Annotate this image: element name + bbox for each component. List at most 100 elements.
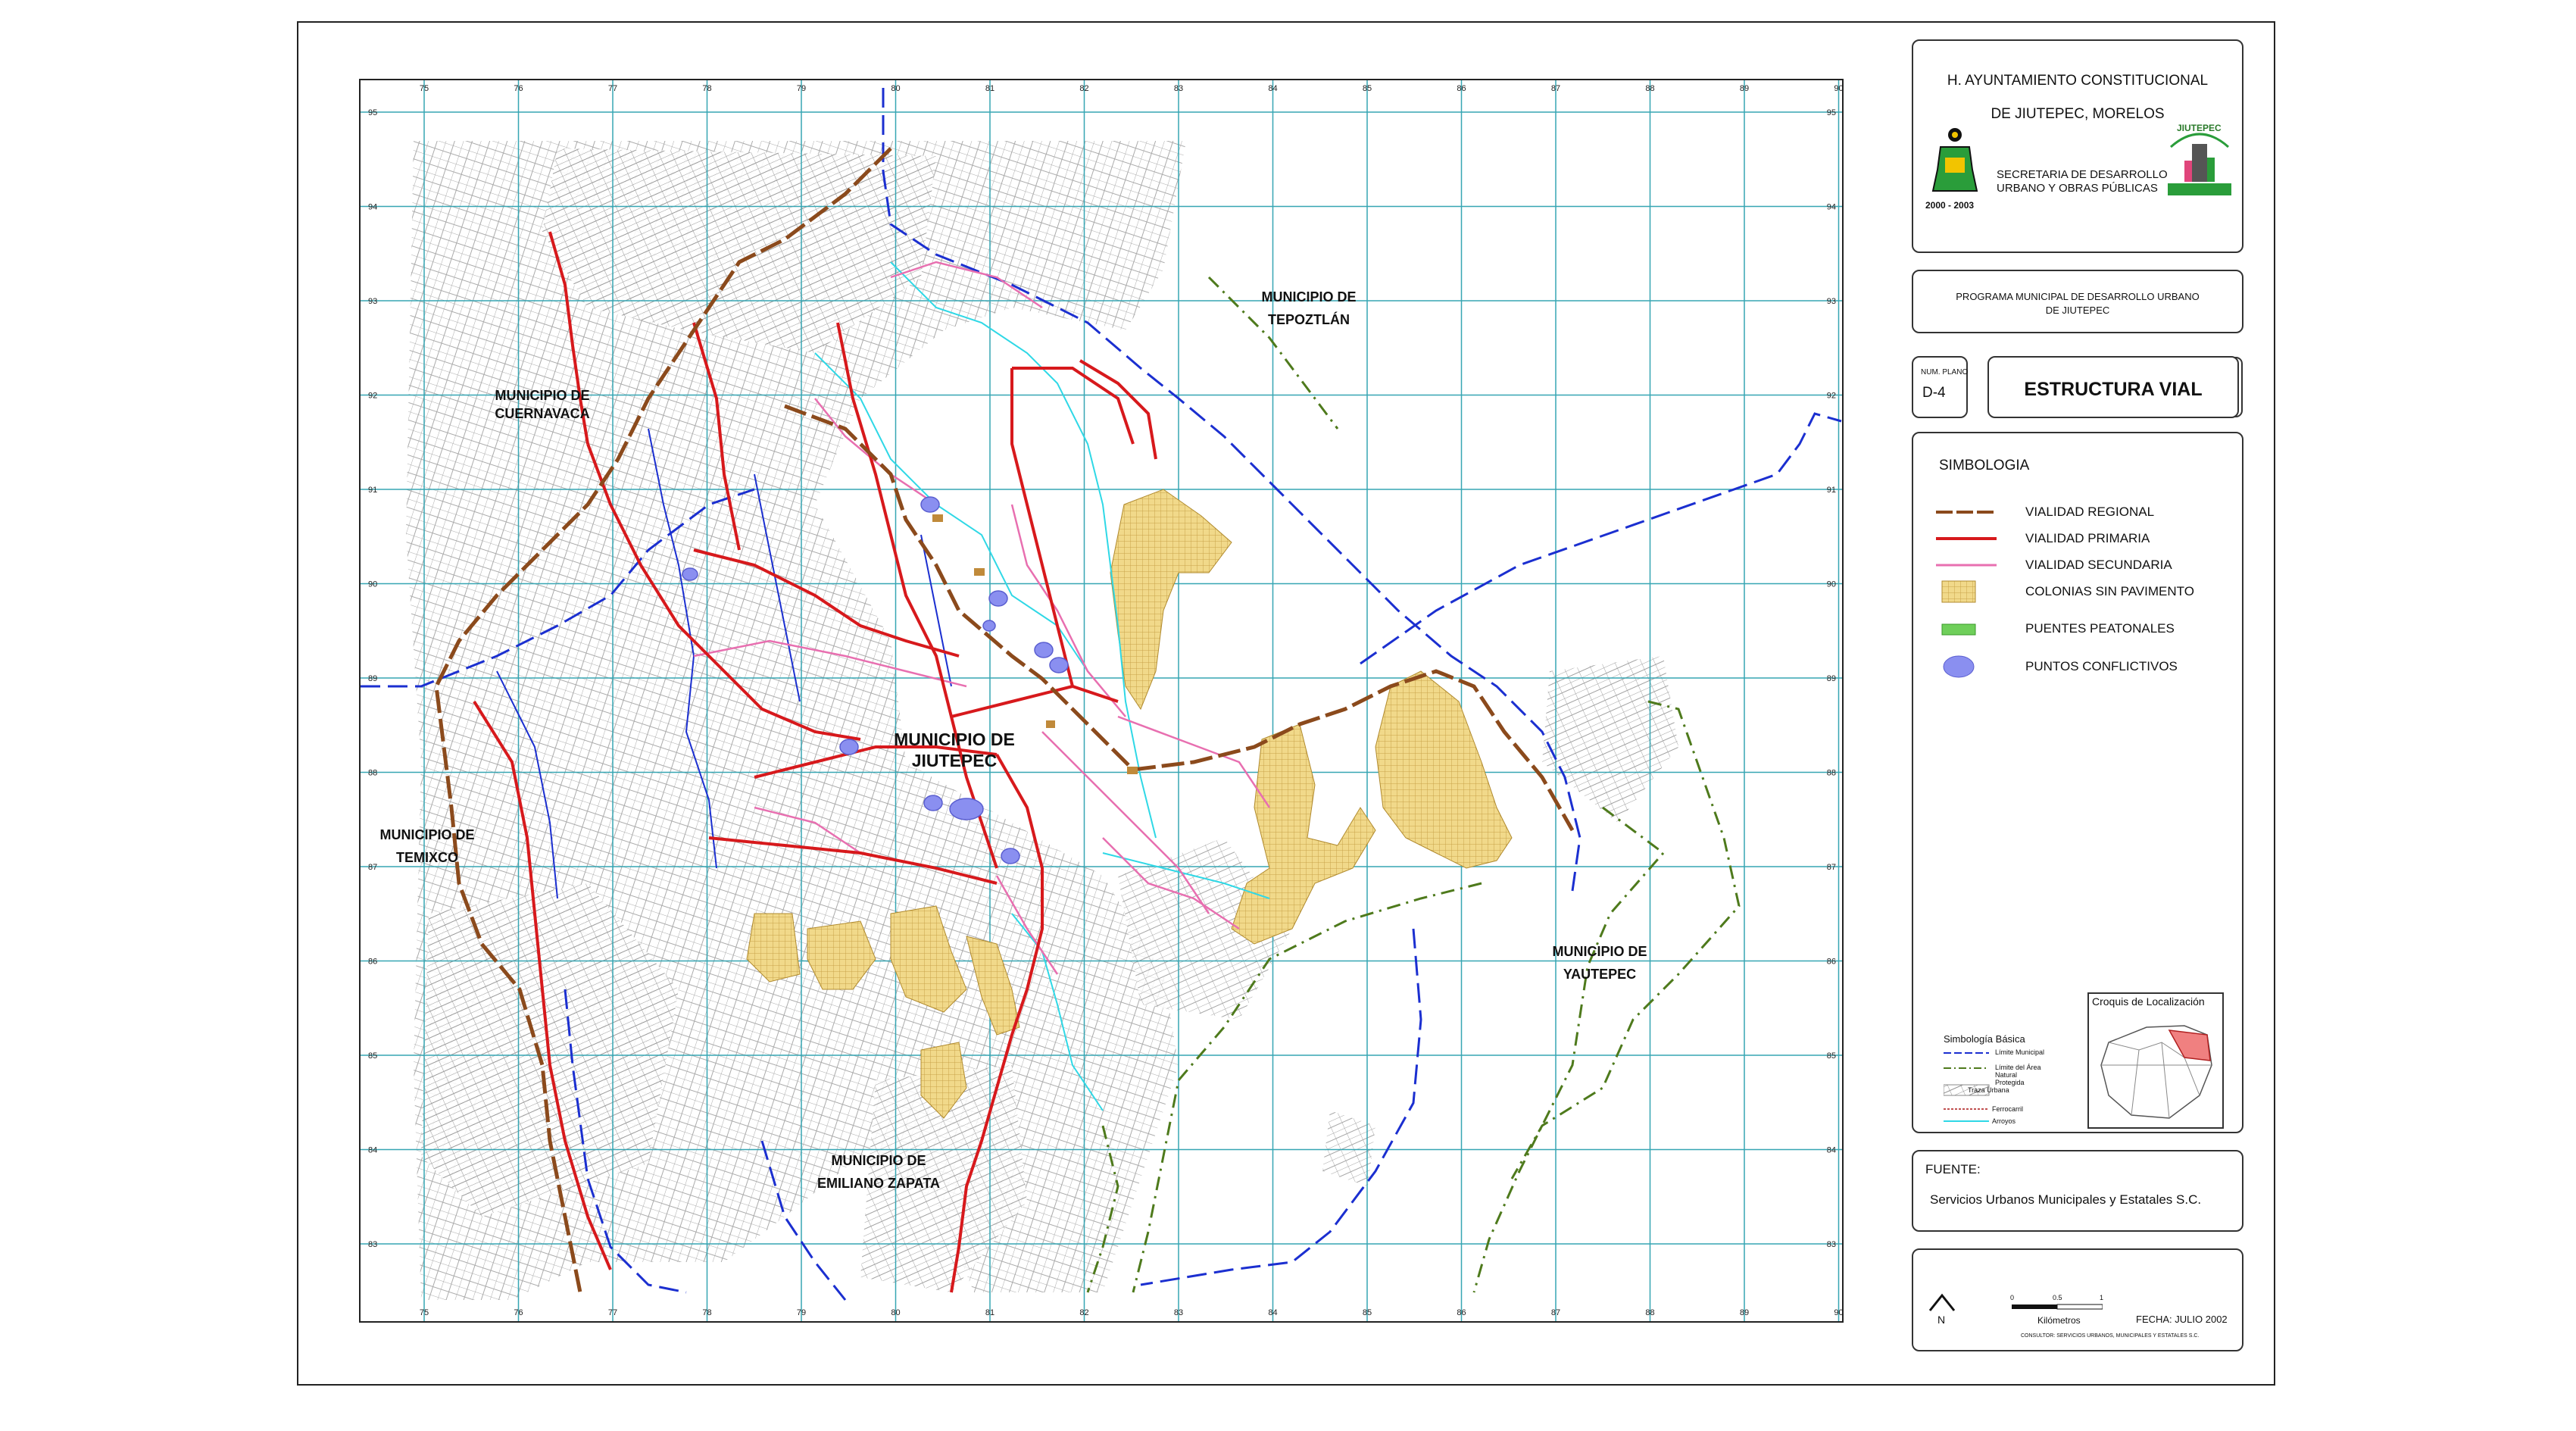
north-arrow-icon [1928,1293,1956,1311]
program-line1: PROGRAMA MUNICIPAL DE DESARROLLO URBANO [1956,291,2200,302]
header-box: H. AYUNTAMIENTO CONSTITUCIONAL DE JIUTEP… [1912,39,2243,253]
scale-tick-2: 1 [2100,1294,2104,1301]
croquis-map [2100,1025,2212,1119]
program-box: PROGRAMA MUNICIPAL DE DESARROLLO URBANO … [1912,270,2243,333]
grid-label-x: 78 [702,1308,711,1317]
grid-label-x: 87 [1551,84,1560,93]
basic-legend-item-2: Traza Urbana [1968,1086,2009,1094]
basic-legend-item-0: Límite Municipal [1995,1048,2045,1056]
grid-label-y: 95 [1827,108,1836,117]
legend-box: SIMBOLOGIA VIALIDAD REGIONAL VIALIDAD PR… [1912,432,2243,1133]
shield-logo-icon [1931,128,1978,192]
grid-label-x: 88 [1645,1308,1654,1317]
scale-tick-0: 0 [2010,1294,2015,1301]
legend-item-secundaria: VIALIDAD SECUNDARIA [1936,558,2172,572]
consultor: CONSULTOR: SERVICIOS URBANOS, MUNICIPALE… [2021,1333,2200,1339]
grid-label-y: 90 [1827,580,1836,589]
basic-legend-item-4: Arroyos [1992,1117,2016,1125]
grid-label-y: 92 [368,392,377,401]
grid-label-y: 84 [368,1146,377,1155]
plano-title-box: ESTRUCTURA VIAL [1987,356,2239,418]
grid-label-x: 84 [1268,1308,1277,1317]
grid-label-x: 88 [1645,84,1654,93]
grid-label-x: 75 [420,1308,429,1317]
plano-number-box: NUM. PLANO D-4 [1912,356,1968,418]
basic-legend-title: Simbología Básica [1944,1033,2025,1045]
grid-label-x: 85 [1363,84,1372,93]
legend-item-colonias: COLONIAS SIN PAVIMENTO [1936,578,2194,605]
basic-legend-item-3: Ferrocarril [1992,1105,2024,1113]
grid-label-x: 77 [608,1308,617,1317]
grid-label-x: 80 [891,84,900,93]
label-tepoztlan: MUNICIPIO DE TEPOZTLÁN [1261,289,1356,327]
basic-legend-item-1: Límite del Área Natural Protegida [1995,1064,2041,1086]
grid-label-y: 83 [1827,1240,1836,1249]
legend-item-conflictivos: PUNTOS CONFLICTIVOS [1936,653,2178,680]
urban-fabric [406,141,1678,1300]
grid-label-x: 83 [1174,1308,1183,1317]
croquis-box: Croquis de Localización [2087,992,2224,1129]
grid-label-x: 77 [608,84,617,93]
grid-label-x: 79 [797,1308,806,1317]
grid-label-x: 81 [985,84,994,93]
legend-item-primaria: VIALIDAD PRIMARIA [1936,531,2150,545]
plano-num-label: NUM. PLANO [1921,368,1969,376]
footer-box: N 0 0.5 1 Kilómetros FECHA: JULIO 2002 C… [1912,1248,2243,1351]
source-label: FUENTE: [1925,1162,1981,1176]
grid-label-y: 90 [368,580,377,589]
grid-label-y: 92 [1827,392,1836,401]
jiutepec-logo-icon [2168,133,2231,195]
grid-label-y: 83 [368,1240,377,1249]
period: 2000 - 2003 [1925,200,1975,211]
program-line2: DE JIUTEPEC [2045,305,2110,316]
label-yautepec: MUNICIPIO DE YAUTEPEC [1552,944,1647,982]
grid-label-x: 90 [1834,84,1842,93]
grid-label-y: 87 [368,863,377,872]
scale-unit: Kilómetros [2037,1315,2081,1326]
grid-label-x: 84 [1268,84,1277,93]
grid-label-x: 87 [1551,1308,1560,1317]
grid-label-x: 90 [1834,1308,1842,1317]
grid-label-x: 89 [1740,84,1749,93]
map-canvas: 75 75 76 76 77 77 78 78 79 79 80 80 81 81 82 82 83 83 84 84… [361,80,1842,1321]
grid-label-x: 89 [1740,1308,1749,1317]
grid-label-y: 88 [368,769,377,778]
grid-label-x: 80 [891,1308,900,1317]
croquis-title: Croquis de Localización [2092,995,2205,1008]
grid-label-y: 85 [1827,1051,1836,1061]
header-line1: H. AYUNTAMIENTO CONSTITUCIONAL [1947,73,2209,89]
legend-title: SIMBOLOGIA [1939,458,2030,473]
scale-bar [2012,1304,2103,1310]
source-text: Servicios Urbanos Municipales y Estatale… [1930,1192,2202,1207]
grid-label-x: 82 [1079,84,1088,93]
grid-label-x: 75 [420,84,429,93]
grid-label-x: 76 [514,1308,523,1317]
grid-label-y: 93 [368,297,377,306]
north-label: N [1937,1314,1946,1326]
scale-tick-1: 0.5 [2053,1294,2062,1301]
grid-label-y: 84 [1827,1146,1836,1155]
grid-label-y: 85 [368,1051,377,1061]
legend-item-regional: VIALIDAD REGIONAL [1936,505,2155,519]
grid-label-y: 86 [1827,958,1836,967]
grid-label-x: 86 [1457,84,1466,93]
grid-label-y: 86 [368,958,377,967]
grid-label-y: 95 [368,108,377,117]
grid-label-y: 93 [1827,297,1836,306]
grid-label-x: 79 [797,84,806,93]
logo-text: JIUTEPEC [2177,123,2222,133]
grid-label-y: 94 [1827,203,1836,212]
grid-label-y: 88 [1827,769,1836,778]
grid-label-y: 91 [368,486,377,495]
grid-label-y: 91 [1827,486,1836,495]
grid-label-x: 85 [1363,1308,1372,1317]
grid-label-x: 86 [1457,1308,1466,1317]
legend-item-puentes: PUENTES PEATONALES [1936,615,2175,642]
grid-label-x: 83 [1174,84,1183,93]
grid-label-y: 87 [1827,863,1836,872]
grid-label-y: 94 [368,203,377,212]
secretaria-line2: URBANO Y OBRAS PÚBLICAS [1997,182,2158,195]
grid-label-y: 89 [1827,674,1836,683]
grid-label-x: 82 [1079,1308,1088,1317]
grid-label-x: 78 [702,84,711,93]
